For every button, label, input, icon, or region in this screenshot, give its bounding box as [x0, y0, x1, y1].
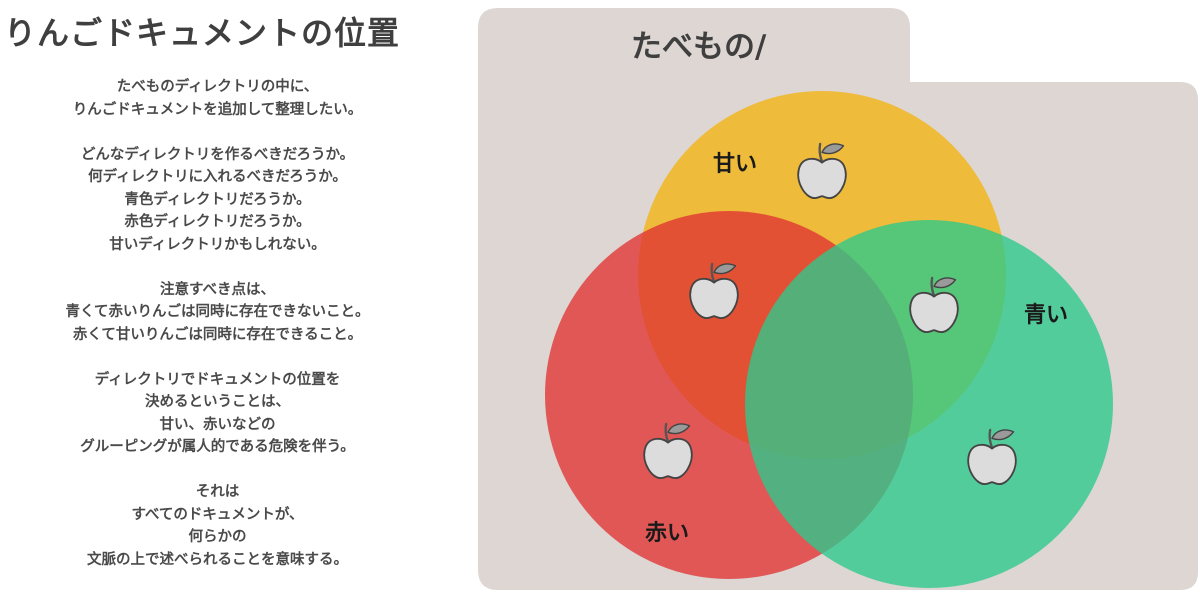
blue-label: 青い	[1024, 303, 1068, 328]
sweet-label: 甘い	[713, 152, 757, 177]
red-label: 赤い	[645, 521, 689, 546]
folder-label: たべもの/	[631, 29, 767, 65]
venn-diagram: たべもの/ 甘い 赤い 青い	[478, 8, 1198, 590]
blue-circle	[745, 220, 1113, 588]
